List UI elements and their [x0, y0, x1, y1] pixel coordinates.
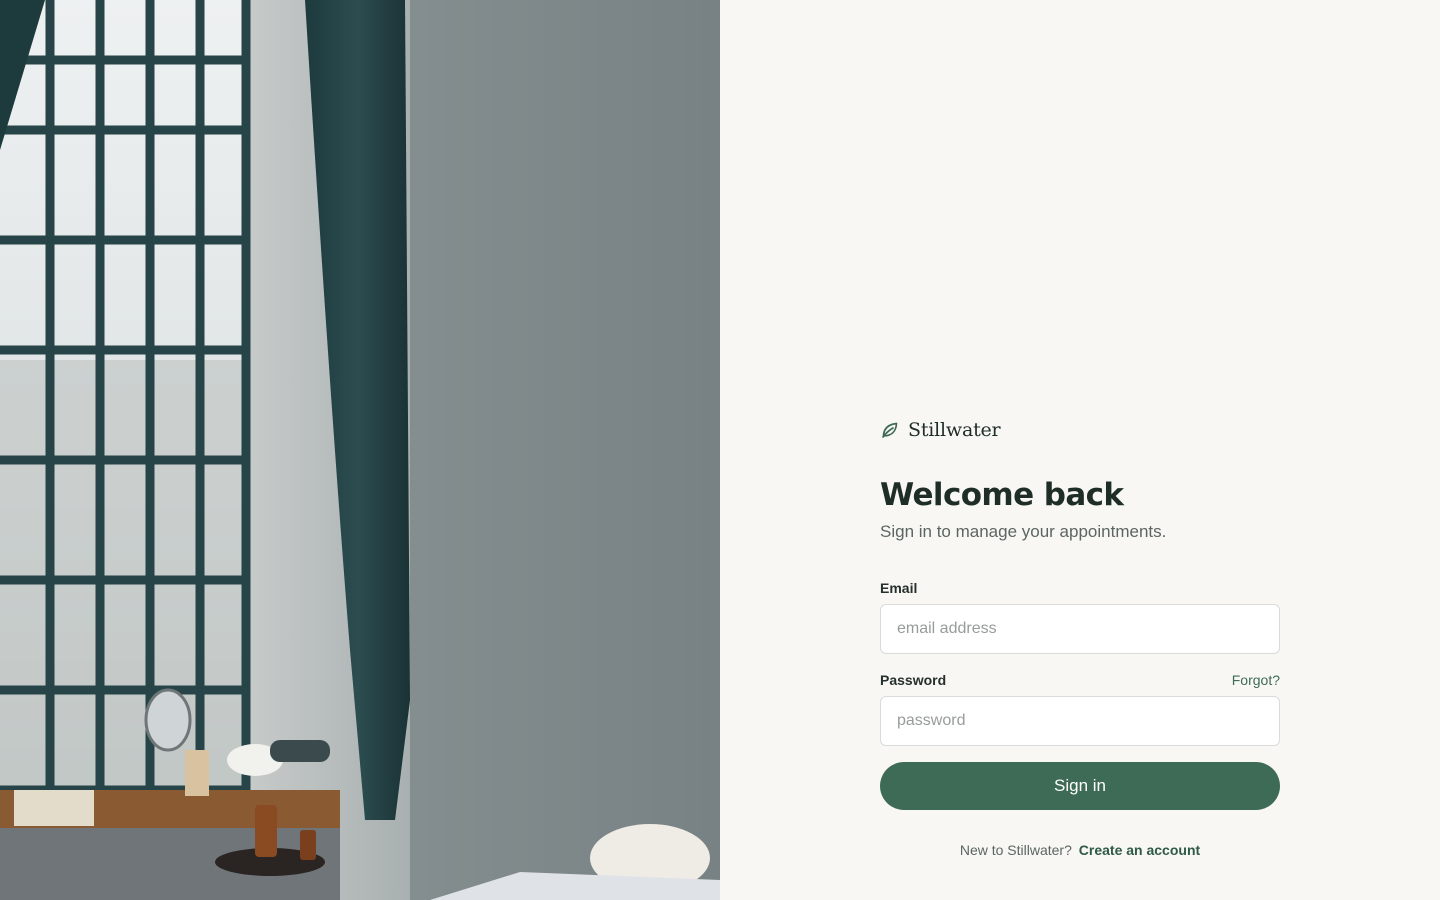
signup-prompt: New to Stillwater? Create an account — [880, 842, 1280, 858]
spa-room-photo — [0, 0, 720, 900]
signin-form: Stillwater Welcome back Sign in to manag… — [880, 416, 1280, 858]
forgot-password-link[interactable]: Forgot? — [1232, 672, 1280, 688]
create-account-link[interactable]: Create an account — [1079, 842, 1200, 858]
password-label: Password — [880, 672, 947, 688]
page-title: Welcome back — [880, 477, 1124, 513]
brand: Stillwater — [880, 416, 1280, 444]
signin-button[interactable]: Sign in — [880, 762, 1280, 810]
email-label-row: Email — [880, 580, 1280, 596]
page-subtitle: Sign in to manage your appointments. — [880, 522, 1167, 541]
leaf-icon — [880, 420, 900, 440]
brand-name: Stillwater — [908, 419, 1001, 441]
signin-panel: Stillwater Welcome back Sign in to manag… — [720, 0, 1440, 900]
email-field[interactable] — [880, 604, 1280, 654]
signup-prompt-text: New to Stillwater? — [959, 842, 1072, 858]
password-label-row: Password Forgot? — [880, 672, 1280, 688]
password-field[interactable] — [880, 696, 1280, 746]
email-label: Email — [880, 580, 918, 596]
